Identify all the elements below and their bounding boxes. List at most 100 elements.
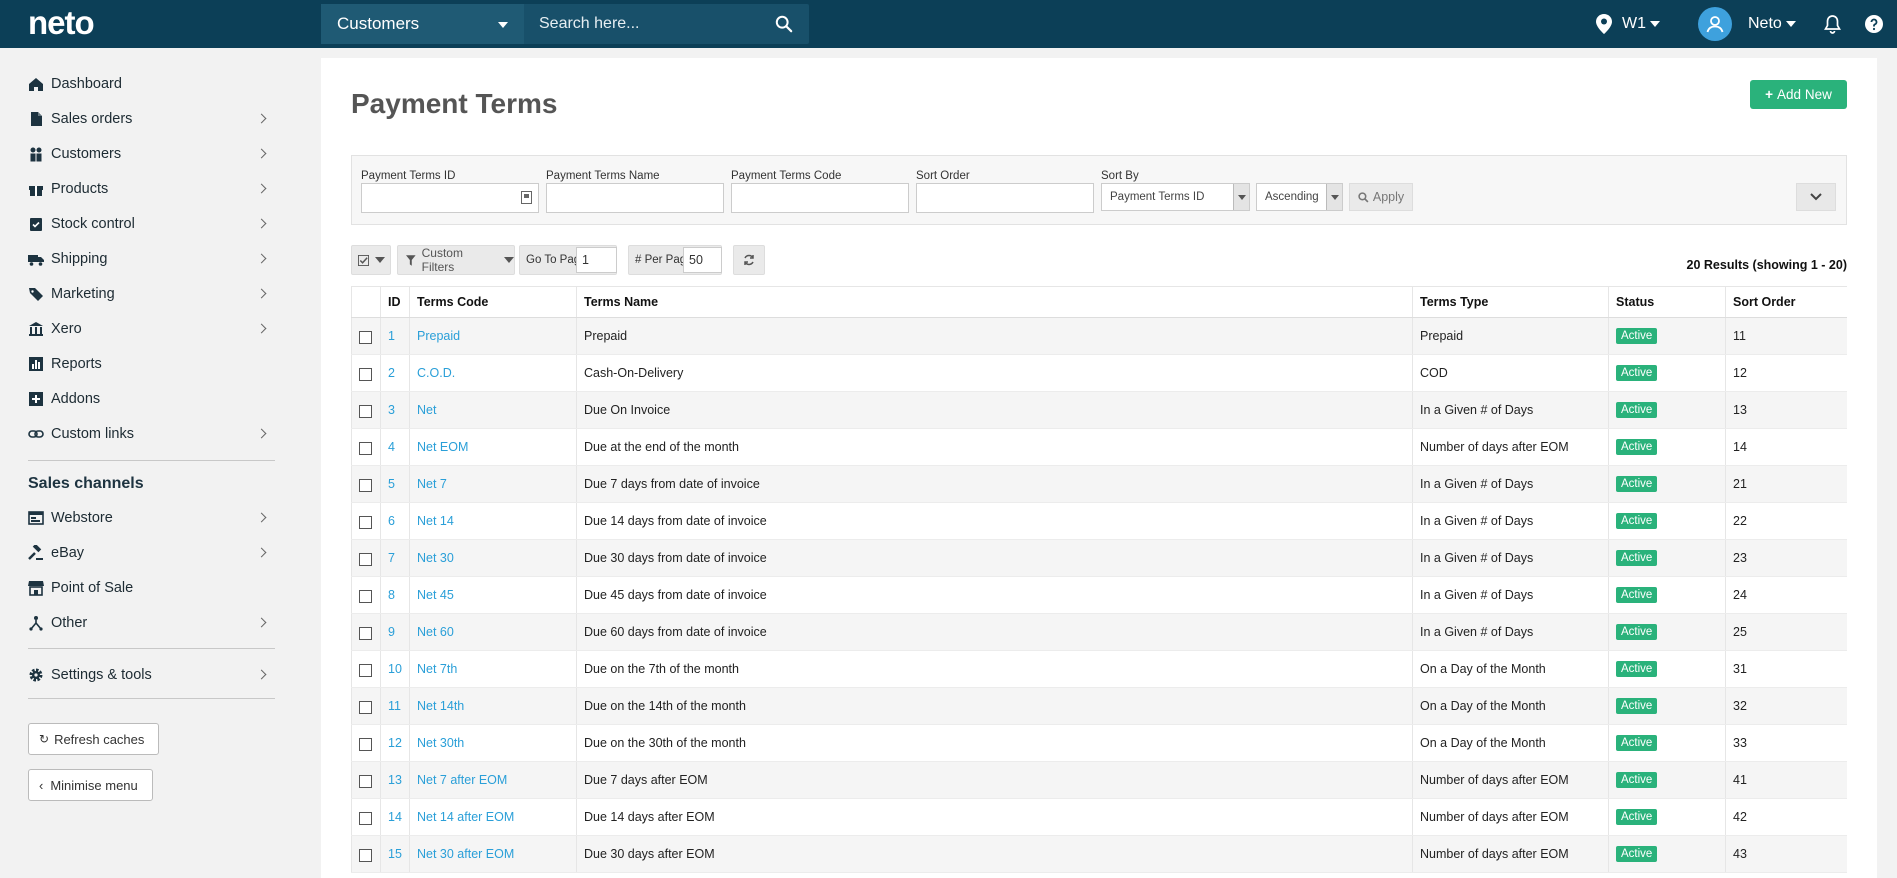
row-terms-name: Due at the end of the month xyxy=(576,428,1413,466)
column-header-status[interactable]: Status xyxy=(1608,286,1726,318)
notifications-button[interactable] xyxy=(1824,0,1841,48)
row-checkbox[interactable] xyxy=(359,663,372,677)
row-checkbox[interactable] xyxy=(359,774,372,788)
sidebar-item-products[interactable]: Products xyxy=(28,174,273,204)
row-terms-code-link[interactable]: Net 30 xyxy=(409,539,577,577)
refresh-caches-button[interactable]: ↻ Refresh caches xyxy=(28,723,160,755)
row-checkbox[interactable] xyxy=(359,700,372,714)
row-terms-code-link[interactable]: Net 14th xyxy=(409,687,577,725)
sidebar-item-xero[interactable]: Xero xyxy=(28,314,273,344)
row-checkbox[interactable] xyxy=(359,552,372,566)
sidebar-item-settings-tools[interactable]: Settings & tools xyxy=(28,660,273,690)
row-checkbox[interactable] xyxy=(359,589,372,603)
sort-direction-select[interactable]: Ascending xyxy=(1256,183,1343,211)
row-terms-code-link[interactable]: Net 14 after EOM xyxy=(409,798,577,836)
row-terms-code-link[interactable]: Net 7th xyxy=(409,650,577,688)
row-id-link[interactable]: 5 xyxy=(380,465,410,503)
sidebar-item-point-of-sale[interactable]: Point of Sale xyxy=(28,573,273,603)
row-checkbox[interactable] xyxy=(359,848,372,862)
per-page-input[interactable]: 50 xyxy=(683,247,722,273)
go-to-page-input[interactable]: 1 xyxy=(576,247,617,273)
row-id-link[interactable]: 13 xyxy=(380,761,410,799)
row-id-link[interactable]: 6 xyxy=(380,502,410,540)
filter-code-input[interactable] xyxy=(731,183,909,213)
row-id-link[interactable]: 9 xyxy=(380,613,410,651)
user-menu[interactable]: Neto xyxy=(1698,0,1796,48)
row-checkbox[interactable] xyxy=(359,330,372,344)
sidebar-item-shipping[interactable]: Shipping xyxy=(28,244,273,274)
row-terms-code-link[interactable]: Net EOM xyxy=(409,428,577,466)
row-checkbox[interactable] xyxy=(359,737,372,751)
sidebar-item-addons[interactable]: Addons xyxy=(28,384,273,414)
row-id-link[interactable]: 7 xyxy=(380,539,410,577)
row-checkbox[interactable] xyxy=(359,404,372,418)
row-terms-code-link[interactable]: Net 45 xyxy=(409,576,577,614)
minimise-menu-label: Minimise menu xyxy=(50,777,138,793)
filter-id-input[interactable] xyxy=(361,183,539,213)
filter-name-input[interactable] xyxy=(546,183,724,213)
search-input[interactable]: Search here... xyxy=(539,4,769,44)
row-terms-type: In a Given # of Days xyxy=(1412,539,1609,577)
table-row: 7 Net 30 Due 30 days from date of invoice I… xyxy=(351,539,1847,577)
column-header-sort-order[interactable]: Sort Order xyxy=(1725,286,1847,318)
row-terms-code-link[interactable]: Net xyxy=(409,391,577,429)
minimise-menu-button[interactable]: ‹ Minimise menu xyxy=(28,769,153,801)
row-id-link[interactable]: 12 xyxy=(380,724,410,762)
row-terms-code-link[interactable]: Net 30 after EOM xyxy=(409,835,577,873)
sidebar-item-custom-links[interactable]: Custom links xyxy=(28,419,273,449)
sidebar-item-stock-control[interactable]: Stock control xyxy=(28,209,273,239)
refresh-button[interactable] xyxy=(733,245,765,275)
bulk-select-button[interactable] xyxy=(351,245,391,275)
search-scope-select[interactable]: Customers xyxy=(321,4,524,44)
sidebar-item-sales-orders[interactable]: Sales orders xyxy=(28,104,273,134)
column-header-terms-code[interactable]: Terms Code xyxy=(409,286,577,318)
row-terms-code-link[interactable]: Net 14 xyxy=(409,502,577,540)
sidebar-item-label: Stock control xyxy=(51,216,135,232)
row-id-link[interactable]: 2 xyxy=(380,354,410,392)
row-id-link[interactable]: 3 xyxy=(380,391,410,429)
row-checkbox[interactable] xyxy=(359,367,372,381)
location-selector[interactable]: W1 xyxy=(1596,0,1660,48)
help-button[interactable] xyxy=(1865,0,1883,48)
status-badge: Active xyxy=(1616,550,1658,566)
row-id-link[interactable]: 1 xyxy=(380,317,410,355)
table-row: 9 Net 60 Due 60 days from date of invoice I… xyxy=(351,613,1847,651)
row-checkbox[interactable] xyxy=(359,478,372,492)
row-terms-code-link[interactable]: Prepaid xyxy=(409,317,577,355)
row-terms-code-link[interactable]: Net 30th xyxy=(409,724,577,762)
expand-filters-button[interactable] xyxy=(1796,183,1836,211)
row-terms-name: Due on the 14th of the month xyxy=(576,687,1413,725)
row-terms-code-link[interactable]: Net 7 xyxy=(409,465,577,503)
row-id-link[interactable]: 10 xyxy=(380,650,410,688)
row-id-link[interactable]: 15 xyxy=(380,835,410,873)
sidebar-item-dashboard[interactable]: Dashboard xyxy=(28,69,273,99)
row-checkbox[interactable] xyxy=(359,811,372,825)
row-terms-code-link[interactable]: Net 60 xyxy=(409,613,577,651)
sort-by-select[interactable]: Payment Terms ID xyxy=(1101,183,1250,211)
sidebar-item-marketing[interactable]: Marketing xyxy=(28,279,273,309)
row-checkbox[interactable] xyxy=(359,515,372,529)
sidebar-item-ebay[interactable]: eBay xyxy=(28,538,273,568)
neto-logo[interactable]: neto xyxy=(28,6,95,40)
row-id-link[interactable]: 8 xyxy=(380,576,410,614)
row-terms-code-link[interactable]: Net 7 after EOM xyxy=(409,761,577,799)
row-checkbox[interactable] xyxy=(359,626,372,640)
row-id-link[interactable]: 11 xyxy=(380,687,410,725)
sidebar-item-reports[interactable]: Reports xyxy=(28,349,273,379)
sidebar-item-other[interactable]: Other xyxy=(28,608,273,638)
filter-sort-order-input[interactable] xyxy=(916,183,1094,213)
row-terms-code-link[interactable]: C.O.D. xyxy=(409,354,577,392)
row-id-link[interactable]: 14 xyxy=(380,798,410,836)
add-new-button[interactable]: + Add New xyxy=(1750,80,1847,109)
row-checkbox[interactable] xyxy=(359,441,372,455)
row-sort-order: 23 xyxy=(1725,539,1847,577)
column-header-terms-name[interactable]: Terms Name xyxy=(576,286,1413,318)
column-header-id[interactable]: ID xyxy=(380,286,410,318)
sidebar-item-webstore[interactable]: Webstore xyxy=(28,503,273,533)
apply-button[interactable]: Apply xyxy=(1349,183,1413,211)
custom-filters-button[interactable]: Custom Filters xyxy=(397,245,515,275)
sidebar-item-customers[interactable]: Customers xyxy=(28,139,273,169)
column-header-terms-type[interactable]: Terms Type xyxy=(1412,286,1609,318)
search-icon[interactable] xyxy=(775,15,793,33)
row-id-link[interactable]: 4 xyxy=(380,428,410,466)
